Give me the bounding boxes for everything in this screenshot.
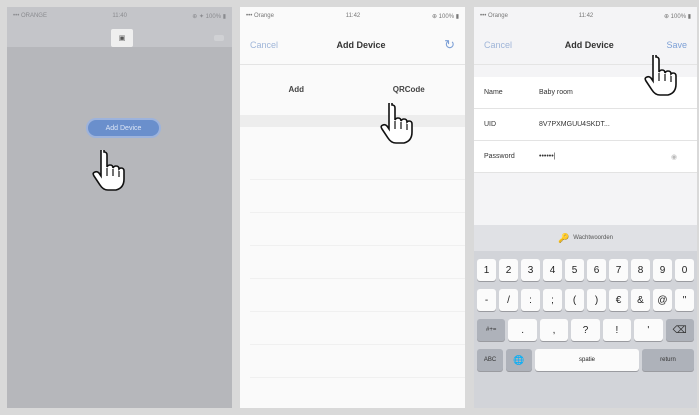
uid-field[interactable]: 8V7PXMGUU4SKDT... bbox=[539, 121, 697, 128]
keyboard-row-bottom: ABC 🌐 spatie return bbox=[474, 349, 697, 371]
password-label: Password bbox=[484, 153, 515, 160]
list-item bbox=[250, 180, 465, 213]
status-bar: ••• Orange 11:42 ⊕ 100% ▮ bbox=[240, 7, 465, 25]
refresh-icon[interactable]: ↻ bbox=[444, 37, 455, 53]
add-device-button[interactable]: Add Device bbox=[86, 118, 161, 138]
key[interactable]: - bbox=[477, 289, 496, 311]
status-bar: ••• Orange 11:42 ⊕ 100% ▮ bbox=[474, 7, 697, 25]
abc-key[interactable]: ABC bbox=[477, 349, 503, 371]
cancel-button[interactable]: Cancel bbox=[250, 40, 278, 50]
keyboard: 🔑 Wachtwoorden 1 2 3 4 5 6 7 8 9 0 - / :… bbox=[474, 225, 697, 408]
key[interactable]: : bbox=[521, 289, 540, 311]
key[interactable]: 8 bbox=[631, 259, 650, 281]
menu-icon[interactable] bbox=[214, 35, 224, 41]
page-title: Add Device bbox=[336, 39, 386, 50]
pointer-hand-icon bbox=[380, 103, 413, 144]
key[interactable]: 9 bbox=[653, 259, 672, 281]
password-row: Password ••••••| ◉ bbox=[474, 141, 697, 173]
password-field[interactable]: ••••••| bbox=[539, 153, 671, 160]
keyboard-row-symbols: - / : ; ( ) € & @ " bbox=[474, 289, 697, 311]
space-key[interactable]: spatie bbox=[535, 349, 639, 371]
key[interactable]: 5 bbox=[565, 259, 584, 281]
uid-row: UID 8V7PXMGUU4SKDT... bbox=[474, 109, 697, 141]
screen-add-device-tabs: ••• Orange 11:42 ⊕ 100% ▮ Cancel Add Dev… bbox=[240, 7, 465, 408]
return-key[interactable]: return bbox=[642, 349, 694, 371]
key[interactable]: ; bbox=[543, 289, 562, 311]
pointer-hand-icon bbox=[644, 55, 677, 96]
key[interactable]: 7 bbox=[609, 259, 628, 281]
list-item bbox=[250, 345, 465, 378]
carrier-label: ••• Orange bbox=[480, 13, 508, 19]
nav-bar: Cancel Add Device ↻ bbox=[240, 25, 465, 65]
key[interactable]: 4 bbox=[543, 259, 562, 281]
tab-qrcode[interactable]: QRCode bbox=[353, 75, 466, 103]
key[interactable]: 6 bbox=[587, 259, 606, 281]
key[interactable]: ( bbox=[565, 289, 584, 311]
name-label: Name bbox=[484, 89, 503, 96]
list-item bbox=[250, 312, 465, 345]
key[interactable]: " bbox=[675, 289, 694, 311]
key[interactable]: ! bbox=[602, 319, 632, 341]
key[interactable]: ? bbox=[571, 319, 600, 341]
carrier-label: ••• ORANGE bbox=[13, 13, 47, 19]
pointer-hand-icon bbox=[92, 150, 125, 191]
key-icon: 🔑 bbox=[557, 232, 570, 243]
tab-indicator bbox=[240, 115, 465, 127]
status-bar: ••• ORANGE 11:40 ⊕ ✦ 100% ▮ bbox=[7, 7, 232, 25]
tab-bar: Add QRCode bbox=[240, 75, 465, 103]
key[interactable]: ) bbox=[587, 289, 606, 311]
key[interactable]: 3 bbox=[521, 259, 540, 281]
cancel-button[interactable]: Cancel bbox=[484, 40, 512, 50]
clock-label: 11:40 bbox=[112, 13, 127, 19]
globe-icon[interactable]: 🌐 bbox=[506, 349, 532, 371]
key[interactable]: € bbox=[609, 289, 628, 311]
uid-label: UID bbox=[484, 121, 497, 128]
keyboard-row-numbers: 1 2 3 4 5 6 7 8 9 0 bbox=[474, 259, 697, 281]
key[interactable]: , bbox=[539, 319, 569, 341]
battery-label: ⊕ ✦ 100% ▮ bbox=[192, 13, 226, 20]
page-title: Add Device bbox=[564, 39, 614, 50]
list-item bbox=[250, 246, 465, 279]
keyboard-row-punct: #+= . , ? ! ' ⌫ bbox=[474, 319, 697, 341]
key[interactable]: 1 bbox=[477, 259, 496, 281]
clock-label: 11:42 bbox=[345, 13, 361, 19]
eye-icon[interactable]: ◉ bbox=[671, 153, 683, 161]
password-suggestion[interactable]: Wachtwoorden bbox=[573, 235, 613, 241]
tab-add[interactable]: Add bbox=[240, 75, 353, 103]
screen-add-device-form: ••• Orange 11:42 ⊕ 100% ▮ Cancel Add Dev… bbox=[474, 7, 697, 408]
backspace-icon[interactable]: ⌫ bbox=[665, 319, 694, 341]
screen-home: ••• ORANGE 11:40 ⊕ ✦ 100% ▮ ▣ Add Device bbox=[7, 7, 232, 408]
key[interactable]: @ bbox=[653, 289, 672, 311]
symbols-key[interactable]: #+= bbox=[477, 319, 506, 341]
save-button[interactable]: Save bbox=[666, 40, 687, 50]
key[interactable]: & bbox=[631, 289, 650, 311]
key[interactable]: . bbox=[508, 319, 537, 341]
key[interactable]: 2 bbox=[499, 259, 518, 281]
list-item bbox=[250, 147, 465, 180]
key[interactable]: 0 bbox=[675, 259, 694, 281]
carrier-label: ••• Orange bbox=[246, 13, 274, 19]
list-item bbox=[250, 213, 465, 246]
battery-label: ⊕ 100% ▮ bbox=[431, 13, 459, 20]
clock-label: 11:42 bbox=[578, 13, 594, 19]
keyboard-suggestion-bar: 🔑 Wachtwoorden bbox=[474, 225, 697, 251]
key[interactable]: / bbox=[499, 289, 518, 311]
list-item bbox=[250, 279, 465, 312]
device-list bbox=[250, 147, 465, 408]
key[interactable]: ' bbox=[634, 319, 663, 341]
battery-label: ⊕ 100% ▮ bbox=[663, 13, 691, 20]
list-item bbox=[250, 378, 465, 408]
app-logo-icon: ▣ bbox=[111, 29, 133, 47]
